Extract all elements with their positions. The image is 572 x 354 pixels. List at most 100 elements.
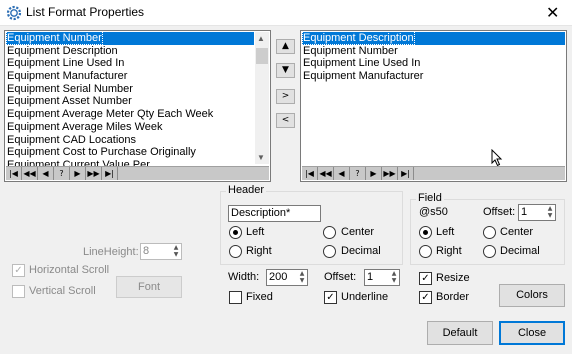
list-item-label: Equipment Manufacturer [7, 70, 128, 83]
selected-fields-list[interactable]: Equipment Description Equipment Number Equ… [300, 30, 567, 182]
nav-last-icon[interactable]: ▶| [398, 167, 414, 180]
field-offset-label: Offset: [483, 206, 516, 218]
chevron-right-icon: > [281, 91, 290, 101]
font-button[interactable]: Font [116, 276, 182, 298]
vertical-scroll-checkbox[interactable] [12, 285, 25, 298]
fixed-label: Fixed [246, 291, 273, 303]
spin-down-icon[interactable]: ▼ [389, 277, 399, 285]
list-item[interactable]: Equipment Line Used In [6, 57, 254, 70]
list-item[interactable]: Equipment Description [302, 31, 565, 45]
list-item[interactable]: Equipment Manufacturer [6, 70, 254, 83]
available-fields-list[interactable]: Equipment Number Equipment Description Equ… [4, 30, 271, 182]
nav-first-icon[interactable]: |◀ [302, 167, 318, 180]
list-item[interactable]: Equipment Manufacturer [302, 70, 565, 83]
width-label: Width: [228, 271, 260, 283]
header-align-center-radio[interactable] [323, 226, 336, 239]
underline-label: Underline [341, 291, 389, 303]
header-align-center-label: Center [341, 226, 375, 238]
nav-page-back-icon[interactable]: ◀◀ [22, 167, 38, 180]
field-align-right-radio[interactable] [419, 245, 432, 258]
header-align-left-label: Left [246, 226, 265, 238]
list-item[interactable]: Equipment CAD Locations [6, 134, 254, 147]
nav-help-icon[interactable]: ? [350, 167, 366, 180]
line-height-stepper[interactable]: 8 ▲ ▼ [140, 243, 182, 260]
list-item[interactable]: Equipment Asset Number [6, 95, 254, 108]
nav-page-forward-icon[interactable]: ▶▶ [382, 167, 398, 180]
move-up-button[interactable]: ▲ [276, 39, 295, 54]
border-label: Border [436, 291, 470, 303]
fixed-checkbox[interactable] [229, 291, 242, 304]
right-nav-bar: |◀ ◀◀ ◀? ▶ ▶▶ ▶| [302, 166, 565, 180]
list-item[interactable]: Equipment Serial Number [6, 83, 254, 96]
field-format-text: @s50 [419, 206, 448, 218]
horizontal-scroll-label: Horizontal Scroll [29, 264, 110, 276]
line-height-label: LineHeight: [83, 246, 139, 258]
list-item[interactable]: Equipment Number [6, 31, 254, 45]
move-down-button[interactable]: ▼ [276, 63, 295, 78]
border-checkbox[interactable]: ✓ [419, 291, 432, 304]
list-item[interactable]: Equipment Number [302, 45, 565, 58]
offset-value: 1 [367, 271, 374, 283]
list-item[interactable]: Equipment Description [6, 45, 254, 58]
field-align-right-label: Right [436, 245, 462, 257]
field-offset-stepper[interactable]: 1 ▲ ▼ [518, 204, 556, 221]
width-value: 200 [269, 271, 288, 283]
vertical-scroll-label: Vertical Scroll [29, 285, 96, 297]
close-button[interactable]: Close [499, 321, 565, 345]
selected-fields-items: Equipment Description Equipment Number Equ… [302, 31, 565, 83]
list-item-label: Equipment Line Used In [7, 57, 125, 70]
default-button[interactable]: Default [427, 321, 493, 345]
remove-field-button[interactable]: < [276, 113, 295, 128]
header-align-decimal-label: Decimal [341, 245, 381, 257]
scroll-down-icon[interactable]: ▼ [257, 153, 265, 162]
field-align-decimal-radio[interactable] [483, 245, 496, 258]
nav-next-icon[interactable]: ▶ [70, 167, 86, 180]
field-offset-value: 1 [521, 206, 528, 218]
chevron-left-icon: < [281, 115, 290, 125]
header-align-right-radio[interactable] [229, 245, 242, 258]
nav-last-icon[interactable]: ▶| [102, 167, 118, 180]
underline-checkbox[interactable]: ✓ [324, 291, 337, 304]
field-group-label: Field [416, 192, 444, 204]
header-text-input[interactable]: Description* [228, 205, 321, 222]
width-stepper[interactable]: 200 ▲ ▼ [266, 269, 308, 286]
spin-down-icon[interactable]: ▼ [297, 277, 307, 285]
field-align-center-label: Center [500, 226, 534, 238]
list-item[interactable]: Equipment Cost to Purchase Originally [6, 146, 254, 159]
spin-down-icon[interactable]: ▼ [171, 251, 181, 259]
resize-checkbox[interactable]: ✓ [419, 272, 432, 285]
offset-stepper[interactable]: 1 ▲ ▼ [364, 269, 400, 286]
add-field-button[interactable]: > [276, 89, 295, 104]
colors-button[interactable]: Colors [499, 284, 565, 307]
field-align-center-radio[interactable] [483, 226, 496, 239]
close-icon[interactable]: ✕ [546, 3, 559, 23]
scroll-thumb[interactable] [256, 48, 268, 64]
nav-help-icon[interactable]: ? [54, 167, 70, 180]
nav-next-icon[interactable]: ▶ [366, 167, 382, 180]
nav-prev-icon[interactable]: ◀ [38, 167, 54, 180]
list-item-label: Equipment Asset Number [7, 95, 132, 108]
vertical-scrollbar[interactable]: ▲ ▼ [255, 32, 269, 164]
left-nav-bar: |◀ ◀◀ ◀? ▶ ▶▶ ▶| [6, 166, 269, 180]
title-bar: List Format Properties ✕ [0, 0, 572, 26]
horizontal-scroll-checkbox[interactable]: ✓ [12, 264, 25, 277]
nav-page-back-icon[interactable]: ◀◀ [318, 167, 334, 180]
list-item-label: Equipment Serial Number [7, 82, 133, 95]
nav-page-forward-icon[interactable]: ▶▶ [86, 167, 102, 180]
scroll-up-icon[interactable]: ▲ [257, 34, 265, 43]
list-item[interactable]: Equipment Average Meter Qty Each Week [6, 108, 254, 121]
list-item-label: Equipment Description [302, 31, 415, 45]
gear-icon [6, 5, 22, 21]
field-align-left-radio[interactable] [419, 226, 432, 239]
offset-label: Offset: [324, 271, 357, 283]
list-item[interactable]: Equipment Average Miles Week [6, 121, 254, 134]
header-align-left-radio[interactable] [229, 226, 242, 239]
header-group-label: Header [226, 184, 267, 196]
available-fields-items: Equipment Number Equipment Description Equ… [6, 31, 254, 172]
nav-first-icon[interactable]: |◀ [6, 167, 22, 180]
arrow-down-icon: ▼ [282, 65, 289, 75]
list-item[interactable]: Equipment Line Used In [302, 57, 565, 70]
nav-prev-icon[interactable]: ◀ [334, 167, 350, 180]
spin-down-icon[interactable]: ▼ [545, 212, 555, 220]
header-align-decimal-radio[interactable] [323, 245, 336, 258]
